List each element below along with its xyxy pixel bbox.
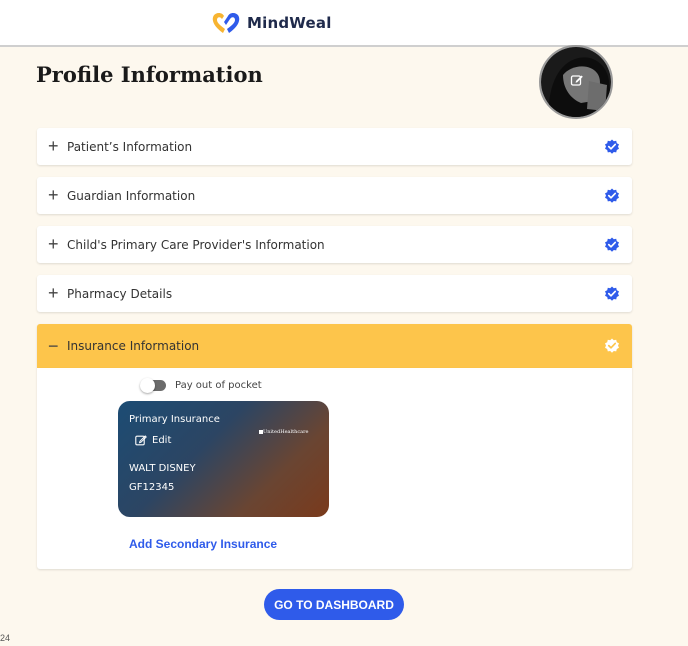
section-insurance-information[interactable]: − Insurance Information — [37, 324, 632, 368]
section-primary-care-provider[interactable]: + Child's Primary Care Provider's Inform… — [37, 226, 632, 263]
expand-plus-icon[interactable]: + — [48, 177, 59, 214]
brand-name: MindWeal — [247, 14, 332, 32]
section-label: Insurance Information — [67, 339, 200, 353]
member-name: WALT DISNEY — [129, 463, 196, 474]
toggle-knob[interactable] — [140, 378, 155, 393]
policy-number: GF12345 — [129, 482, 175, 493]
section-guardian-information[interactable]: + Guardian Information — [37, 177, 632, 214]
verified-check-icon — [605, 286, 619, 301]
top-bar: MindWeal — [0, 0, 688, 47]
section-label: Child's Primary Care Provider's Informat… — [67, 237, 325, 252]
edit-insurance-button[interactable]: Edit — [135, 434, 171, 446]
verified-check-icon — [605, 139, 619, 154]
expand-plus-icon[interactable]: + — [48, 226, 59, 263]
expand-plus-icon[interactable]: + — [48, 275, 59, 312]
collapse-minus-icon[interactable]: − — [48, 324, 59, 368]
edit-photo-icon[interactable] — [570, 73, 584, 87]
section-label: Guardian Information — [67, 188, 196, 203]
page-title: Profile Information — [36, 62, 263, 87]
primary-insurance-card[interactable]: Primary Insurance Edit UnitedHealthcare … — [118, 401, 329, 517]
go-to-dashboard-button[interactable]: GO TO DASHBOARD — [264, 589, 404, 620]
verified-check-icon — [605, 188, 619, 203]
insurer-logo: UnitedHealthcare — [259, 429, 309, 435]
profile-avatar[interactable] — [539, 45, 613, 119]
corner-text: 24 — [0, 633, 11, 643]
verified-check-icon — [605, 338, 619, 353]
insurer-logo-mark-icon — [259, 430, 263, 434]
add-secondary-insurance-link[interactable]: Add Secondary Insurance — [129, 537, 277, 551]
section-label: Patient’s Information — [67, 139, 193, 154]
pay-out-of-pocket-toggle[interactable] — [140, 378, 166, 393]
mindweal-heart-logo-icon — [212, 13, 240, 33]
edit-label: Edit — [152, 434, 172, 446]
pay-out-of-pocket-label: Pay out of pocket — [175, 380, 262, 391]
pay-out-of-pocket-row: Pay out of pocket — [140, 378, 262, 393]
verified-check-icon — [605, 237, 619, 252]
brand-logo[interactable]: MindWeal — [211, 11, 332, 35]
section-label: Pharmacy Details — [67, 286, 173, 301]
insurance-card-title: Primary Insurance — [129, 414, 220, 425]
expand-plus-icon[interactable]: + — [48, 128, 59, 165]
insurance-panel: Pay out of pocket Primary Insurance Edit… — [37, 368, 632, 569]
insurer-logo-text: UnitedHealthcare — [263, 429, 309, 435]
section-pharmacy-details[interactable]: + Pharmacy Details — [37, 275, 632, 312]
edit-icon — [135, 435, 147, 446]
section-patient-information[interactable]: + Patient’s Information — [37, 128, 632, 165]
